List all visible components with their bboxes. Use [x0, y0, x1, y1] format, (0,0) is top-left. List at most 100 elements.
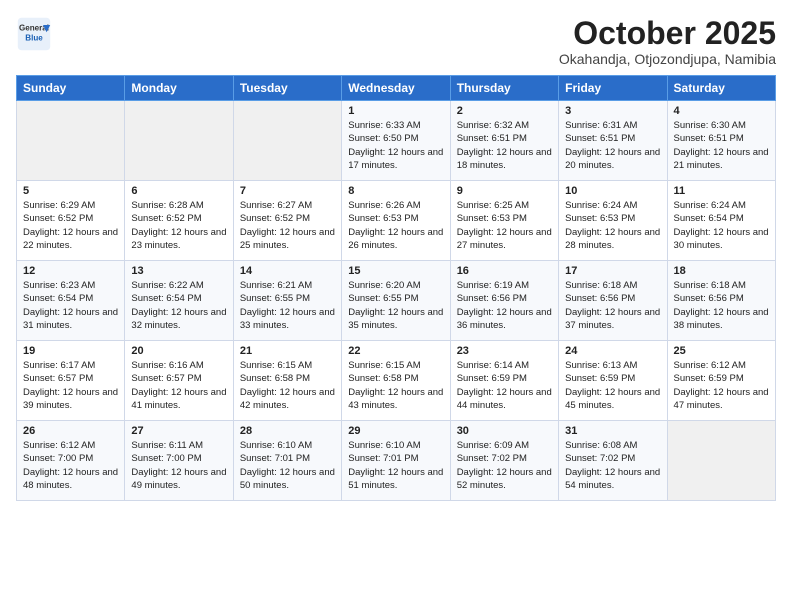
- cell-info: Sunrise: 6:11 AM Sunset: 7:00 PM Dayligh…: [131, 439, 226, 492]
- day-number: 14: [240, 265, 335, 277]
- calendar-cell: 4Sunrise: 6:30 AM Sunset: 6:51 PM Daylig…: [667, 101, 775, 181]
- cell-info: Sunrise: 6:18 AM Sunset: 6:56 PM Dayligh…: [565, 279, 660, 332]
- cell-info: Sunrise: 6:30 AM Sunset: 6:51 PM Dayligh…: [674, 119, 769, 172]
- calendar-cell: 18 Sunrise: 6:18 AM Sunset: 6:56 PM Dayli…: [667, 261, 775, 341]
- logo-icon: General Blue: [16, 16, 52, 52]
- logo: General Blue: [16, 16, 52, 52]
- calendar-cell: 6 Sunrise: 6:28 AM Sunset: 6:52 PM Daylig…: [125, 181, 233, 261]
- calendar-week-row: 12 Sunrise: 6:23 AM Sunset: 6:54 PM Dayli…: [17, 261, 776, 341]
- cell-info: Sunrise: 6:24 AM Sunset: 6:53 PM Dayligh…: [565, 199, 660, 252]
- cell-info: Sunrise: 6:28 AM Sunset: 6:52 PM Dayligh…: [131, 199, 226, 252]
- calendar-cell: 11Sunrise: 6:24 AM Sunset: 6:54 PM Dayli…: [667, 181, 775, 261]
- weekday-header: Sunday: [17, 76, 125, 101]
- calendar-cell: 31 Sunrise: 6:08 AM Sunset: 7:02 PM Dayli…: [559, 421, 667, 501]
- cell-info: Sunrise: 6:20 AM Sunset: 6:55 PM Dayligh…: [348, 279, 443, 332]
- calendar-table: SundayMondayTuesdayWednesdayThursdayFrid…: [16, 75, 776, 501]
- calendar-cell: 16 Sunrise: 6:19 AM Sunset: 6:56 PM Dayli…: [450, 261, 558, 341]
- calendar-cell: 27 Sunrise: 6:11 AM Sunset: 7:00 PM Dayli…: [125, 421, 233, 501]
- cell-info: Sunrise: 6:15 AM Sunset: 6:58 PM Dayligh…: [240, 359, 335, 412]
- cell-info: Sunrise: 6:25 AM Sunset: 6:53 PM Dayligh…: [457, 199, 552, 252]
- cell-info: Sunrise: 6:13 AM Sunset: 6:59 PM Dayligh…: [565, 359, 660, 412]
- weekday-header: Saturday: [667, 76, 775, 101]
- calendar-cell: 10 Sunrise: 6:24 AM Sunset: 6:53 PM Dayli…: [559, 181, 667, 261]
- calendar-cell: [125, 101, 233, 181]
- cell-info: Sunrise: 6:12 AM Sunset: 6:59 PM Dayligh…: [674, 359, 769, 412]
- calendar-cell: 1 Sunrise: 6:33 AM Sunset: 6:50 PM Daylig…: [342, 101, 450, 181]
- cell-info: Sunrise: 6:14 AM Sunset: 6:59 PM Dayligh…: [457, 359, 552, 412]
- cell-info: Sunrise: 6:16 AM Sunset: 6:57 PM Dayligh…: [131, 359, 226, 412]
- svg-text:Blue: Blue: [25, 33, 43, 42]
- cell-info: Sunrise: 6:33 AM Sunset: 6:50 PM Dayligh…: [348, 119, 443, 172]
- day-number: 12: [23, 265, 118, 277]
- calendar-cell: 23Sunrise: 6:14 AM Sunset: 6:59 PM Dayli…: [450, 341, 558, 421]
- calendar-cell: 26 Sunrise: 6:12 AM Sunset: 7:00 PM Dayli…: [17, 421, 125, 501]
- cell-info: Sunrise: 6:08 AM Sunset: 7:02 PM Dayligh…: [565, 439, 660, 492]
- day-number: 5: [23, 185, 118, 197]
- calendar-cell: 12 Sunrise: 6:23 AM Sunset: 6:54 PM Dayli…: [17, 261, 125, 341]
- day-number: 27: [131, 425, 226, 437]
- calendar-cell: 28 Sunrise: 6:10 AM Sunset: 7:01 PM Dayli…: [233, 421, 341, 501]
- day-number: 22: [348, 345, 443, 357]
- day-number: 31: [565, 425, 660, 437]
- day-number: 21: [240, 345, 335, 357]
- day-number: 16: [457, 265, 552, 277]
- day-number: 25: [674, 345, 769, 357]
- day-number: 7: [240, 185, 335, 197]
- cell-info: Sunrise: 6:10 AM Sunset: 7:01 PM Dayligh…: [240, 439, 335, 492]
- calendar-cell: [17, 101, 125, 181]
- day-number: 8: [348, 185, 443, 197]
- calendar-week-row: 1 Sunrise: 6:33 AM Sunset: 6:50 PM Daylig…: [17, 101, 776, 181]
- calendar-cell: 13Sunrise: 6:22 AM Sunset: 6:54 PM Dayli…: [125, 261, 233, 341]
- day-number: 9: [457, 185, 552, 197]
- day-number: 18: [674, 265, 769, 277]
- cell-info: Sunrise: 6:19 AM Sunset: 6:56 PM Dayligh…: [457, 279, 552, 332]
- calendar-cell: 5Sunrise: 6:29 AM Sunset: 6:52 PM Daylig…: [17, 181, 125, 261]
- day-number: 11: [674, 185, 769, 197]
- day-number: 10: [565, 185, 660, 197]
- calendar-cell: 30 Sunrise: 6:09 AM Sunset: 7:02 PM Dayli…: [450, 421, 558, 501]
- title-block: October 2025 Okahandja, Otjozondjupa, Na…: [559, 16, 776, 67]
- day-number: 24: [565, 345, 660, 357]
- day-number: 13: [131, 265, 226, 277]
- cell-info: Sunrise: 6:31 AM Sunset: 6:51 PM Dayligh…: [565, 119, 660, 172]
- calendar-cell: 19Sunrise: 6:17 AM Sunset: 6:57 PM Dayli…: [17, 341, 125, 421]
- page-header: General Blue October 2025 Okahandja, Otj…: [16, 16, 776, 67]
- weekday-header: Thursday: [450, 76, 558, 101]
- day-number: 6: [131, 185, 226, 197]
- cell-info: Sunrise: 6:18 AM Sunset: 6:56 PM Dayligh…: [674, 279, 769, 332]
- weekday-header: Monday: [125, 76, 233, 101]
- weekday-header: Friday: [559, 76, 667, 101]
- day-number: 20: [131, 345, 226, 357]
- cell-info: Sunrise: 6:10 AM Sunset: 7:01 PM Dayligh…: [348, 439, 443, 492]
- day-number: 15: [348, 265, 443, 277]
- calendar-cell: 9 Sunrise: 6:25 AM Sunset: 6:53 PM Daylig…: [450, 181, 558, 261]
- calendar-header-row: SundayMondayTuesdayWednesdayThursdayFrid…: [17, 76, 776, 101]
- day-number: 30: [457, 425, 552, 437]
- weekday-header: Tuesday: [233, 76, 341, 101]
- calendar-cell: [233, 101, 341, 181]
- day-number: 17: [565, 265, 660, 277]
- cell-info: Sunrise: 6:09 AM Sunset: 7:02 PM Dayligh…: [457, 439, 552, 492]
- cell-info: Sunrise: 6:12 AM Sunset: 7:00 PM Dayligh…: [23, 439, 118, 492]
- calendar-week-row: 26 Sunrise: 6:12 AM Sunset: 7:00 PM Dayli…: [17, 421, 776, 501]
- cell-info: Sunrise: 6:27 AM Sunset: 6:52 PM Dayligh…: [240, 199, 335, 252]
- day-number: 29: [348, 425, 443, 437]
- day-number: 1: [348, 105, 443, 117]
- day-number: 2: [457, 105, 552, 117]
- calendar-cell: 24 Sunrise: 6:13 AM Sunset: 6:59 PM Dayli…: [559, 341, 667, 421]
- day-number: 3: [565, 105, 660, 117]
- calendar-cell: 22Sunrise: 6:15 AM Sunset: 6:58 PM Dayli…: [342, 341, 450, 421]
- weekday-header: Wednesday: [342, 76, 450, 101]
- calendar-week-row: 19Sunrise: 6:17 AM Sunset: 6:57 PM Dayli…: [17, 341, 776, 421]
- calendar-week-row: 5Sunrise: 6:29 AM Sunset: 6:52 PM Daylig…: [17, 181, 776, 261]
- calendar-cell: 8 Sunrise: 6:26 AM Sunset: 6:53 PM Daylig…: [342, 181, 450, 261]
- calendar-cell: 17 Sunrise: 6:18 AM Sunset: 6:56 PM Dayli…: [559, 261, 667, 341]
- cell-info: Sunrise: 6:23 AM Sunset: 6:54 PM Dayligh…: [23, 279, 118, 332]
- cell-info: Sunrise: 6:17 AM Sunset: 6:57 PM Dayligh…: [23, 359, 118, 412]
- location-title: Okahandja, Otjozondjupa, Namibia: [559, 51, 776, 67]
- day-number: 28: [240, 425, 335, 437]
- cell-info: Sunrise: 6:26 AM Sunset: 6:53 PM Dayligh…: [348, 199, 443, 252]
- calendar-cell: 20 Sunrise: 6:16 AM Sunset: 6:57 PM Dayli…: [125, 341, 233, 421]
- day-number: 26: [23, 425, 118, 437]
- calendar-cell: 3 Sunrise: 6:31 AM Sunset: 6:51 PM Daylig…: [559, 101, 667, 181]
